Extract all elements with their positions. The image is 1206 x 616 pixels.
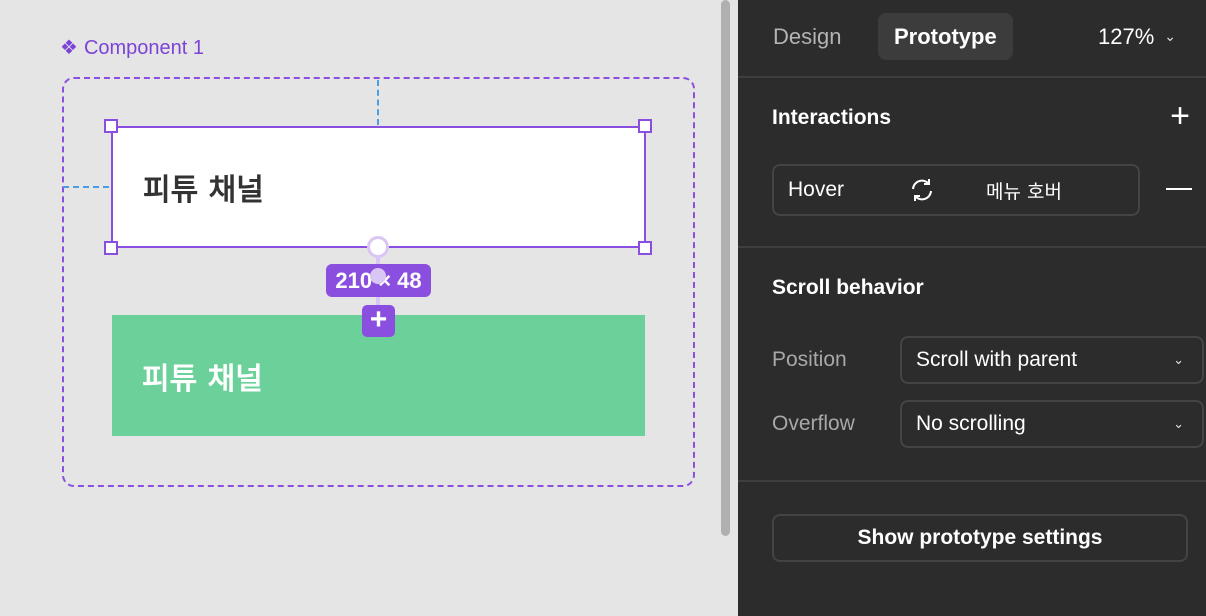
interaction-item[interactable]: Hover 메뉴 호버: [772, 164, 1140, 216]
tab-prototype[interactable]: Prototype: [878, 13, 1013, 60]
divider: [738, 246, 1206, 248]
position-label: Position: [772, 348, 847, 371]
component-icon: ❖: [60, 37, 78, 59]
cycle-icon: [912, 179, 932, 201]
canvas-scrollbar[interactable]: [721, 0, 730, 536]
component-name: Component 1: [83, 36, 205, 59]
variant-default-label: 피튜 채널: [143, 173, 264, 208]
overflow-label: Overflow: [772, 412, 855, 435]
variant-default[interactable]: 피튜 채널: [111, 126, 646, 248]
tab-design[interactable]: Design: [773, 13, 841, 60]
overflow-select[interactable]: No scrolling ⌄: [900, 400, 1204, 448]
add-variant-button[interactable]: +: [362, 305, 395, 337]
connection-node[interactable]: [367, 236, 389, 258]
zoom-value: 127%: [1098, 23, 1155, 49]
scroll-behavior-title: Scroll behavior: [772, 276, 924, 299]
chevron-down-icon: ⌄: [1164, 28, 1177, 44]
design-canvas[interactable]: ❖ Component 1 피튜 채널 피튜 채널 210 × 48 +: [0, 0, 738, 616]
chevron-down-icon: ⌄: [1173, 416, 1184, 431]
position-select[interactable]: Scroll with parent ⌄: [900, 336, 1204, 384]
properties-panel: Design Prototype 127% ⌄ Interactions + H…: [738, 0, 1206, 616]
spacing-guide-vertical: [377, 80, 379, 125]
resize-handle-top-right[interactable]: [638, 119, 652, 133]
chevron-down-icon: ⌄: [1173, 352, 1184, 367]
component-label[interactable]: ❖ Component 1: [60, 35, 204, 61]
minus-icon[interactable]: [1166, 188, 1192, 190]
position-value: Scroll with parent: [916, 348, 1078, 371]
zoom-control[interactable]: 127% ⌄: [1098, 13, 1176, 60]
resize-handle-top-left[interactable]: [104, 119, 118, 133]
overflow-value: No scrolling: [916, 412, 1026, 435]
interaction-destination: 메뉴 호버: [986, 180, 1062, 203]
divider: [738, 76, 1206, 78]
resize-handle-bottom-left[interactable]: [104, 241, 118, 255]
resize-handle-bottom-right[interactable]: [638, 241, 652, 255]
spacing-guide-horizontal: [63, 186, 109, 188]
interaction-trigger: Hover: [788, 178, 845, 201]
divider: [738, 480, 1206, 482]
show-prototype-settings-button[interactable]: Show prototype settings: [772, 514, 1188, 562]
connector-dot[interactable]: [370, 268, 386, 284]
variant-hover-label: 피튜 채널: [142, 361, 263, 397]
plus-icon[interactable]: +: [1166, 99, 1194, 133]
interactions-title: Interactions: [772, 106, 892, 129]
